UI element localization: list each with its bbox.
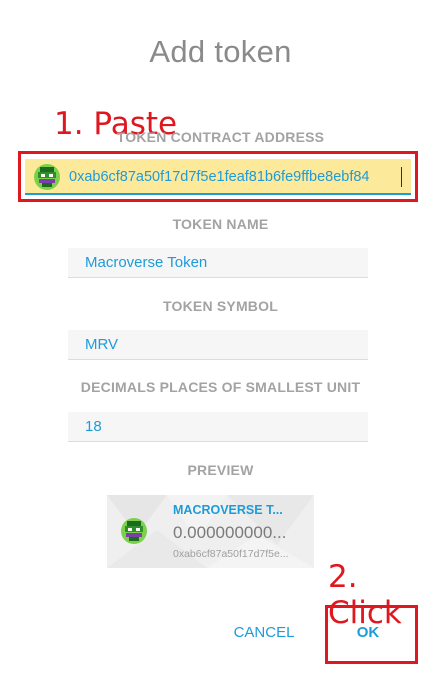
decimals-label: DECIMALS PLACES OF SMALLEST UNIT [80,379,361,395]
add-token-dialog: Add token 1. Paste TOKEN CONTRACT ADDRES… [0,0,441,681]
token-preview-card: MACROVERSE T... 0.000000000... 0xab6cf87… [107,495,314,568]
token-symbol-value: MRV [85,336,119,353]
token-symbol-input[interactable]: MRV [68,330,368,360]
dialog-title: Add token [149,34,292,69]
token-symbol-label: TOKEN SYMBOL [163,298,278,314]
contract-address-label: TOKEN CONTRACT ADDRESS [116,129,325,145]
token-name-input[interactable]: Macroverse Token [68,248,368,278]
text-caret [401,167,402,187]
contract-address-input[interactable]: 0xab6cf87a50f17d7f5e1feaf81b6fe9ffbe8ebf… [25,159,411,195]
identicon-icon [34,164,60,190]
preview-token-balance: 0.000000000... [173,523,287,542]
ok-button[interactable]: OK [340,624,396,641]
preview-token-name: MACROVERSE T... [173,503,283,517]
contract-address-value: 0xab6cf87a50f17d7f5e1feaf81b6fe9ffbe8ebf… [69,169,370,185]
preview-identicon-icon [121,518,147,544]
decimals-input[interactable]: 18 [68,412,368,442]
preview-token-address: 0xab6cf87a50f17d7f5e... [173,548,289,560]
cancel-button[interactable]: CANCEL [226,624,302,641]
decimals-value: 18 [85,418,102,435]
token-name-label: TOKEN NAME [172,216,269,232]
preview-label: PREVIEW [187,462,254,478]
token-name-value: Macroverse Token [85,254,208,271]
